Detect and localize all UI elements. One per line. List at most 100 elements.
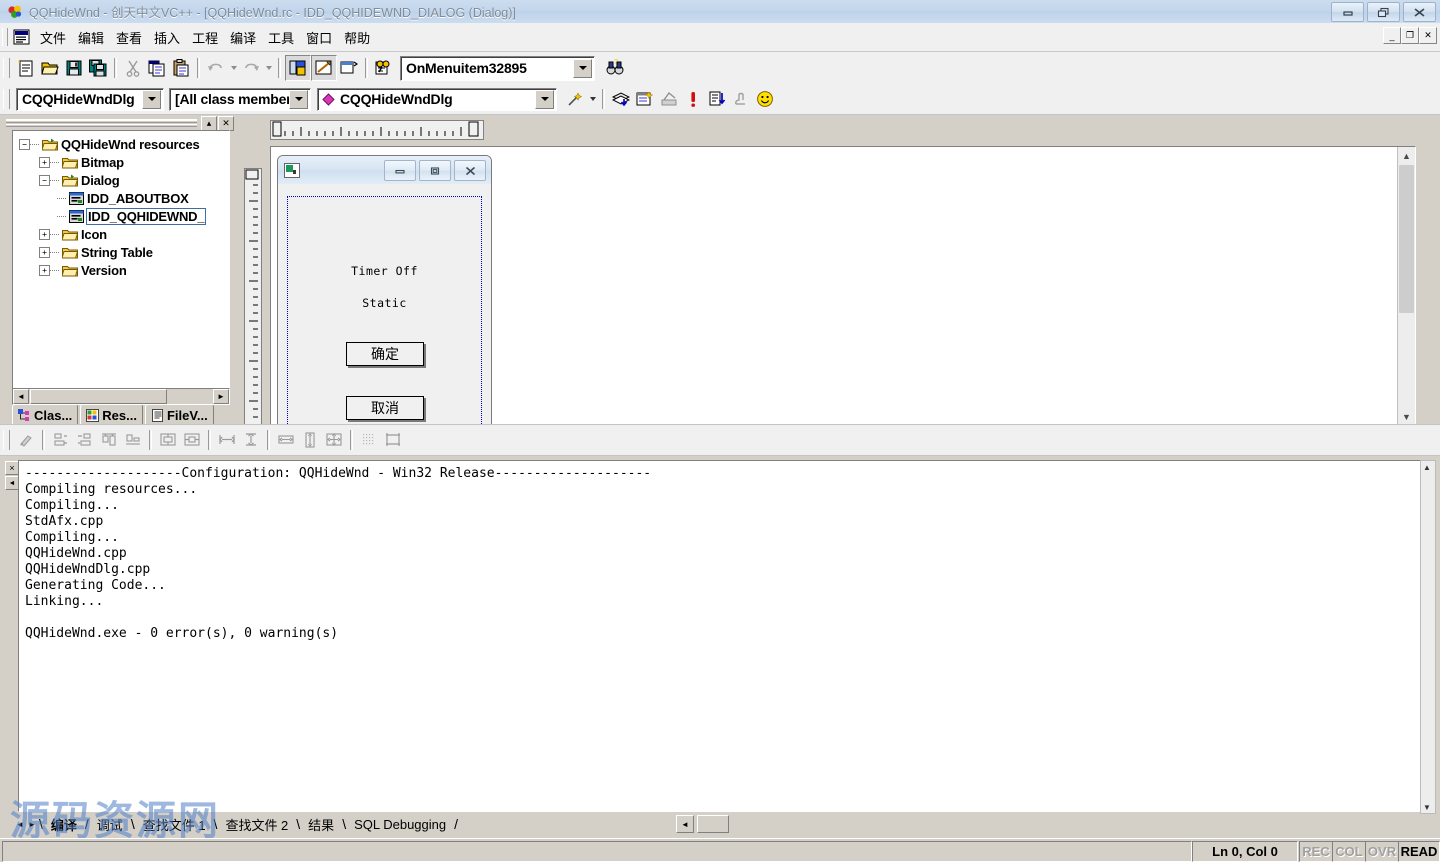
dialog-preview-window[interactable]: Timer Off Static 确定 取消	[277, 155, 492, 426]
output-close-button[interactable]: ×	[5, 461, 19, 475]
expander-icon[interactable]: −	[39, 174, 50, 186]
output-vertical-scrollbar[interactable]: ▲ ▼	[1420, 460, 1436, 814]
static-placeholder[interactable]: Static	[278, 296, 491, 310]
expander-icon[interactable]: +	[39, 264, 50, 276]
output-tab-build[interactable]: 编译	[44, 815, 84, 833]
paste-icon[interactable]	[169, 56, 193, 80]
scroll-thumb[interactable]	[30, 389, 167, 404]
scroll-down-button[interactable]: ▼	[1421, 801, 1433, 813]
menu-item-project[interactable]: 工程	[186, 25, 224, 50]
menu-item-build[interactable]: 编译	[224, 25, 262, 50]
dialog-design-canvas[interactable]: Timer Off Static 确定 取消 ▲ ▼	[270, 146, 1416, 426]
menu-item-tools[interactable]: 工具	[262, 25, 300, 50]
mdi-restore-button[interactable]: ❐	[1401, 27, 1419, 44]
scroll-down-button[interactable]: ▼	[1398, 408, 1415, 425]
scroll-up-button[interactable]: ▲	[1398, 147, 1415, 164]
output-window-icon[interactable]	[311, 55, 337, 81]
tab-class-view[interactable]: Clas...	[12, 404, 79, 426]
cancel-button[interactable]: 取消	[346, 396, 424, 420]
find-in-files-icon[interactable]	[372, 56, 396, 80]
caption-grip[interactable]	[6, 118, 197, 128]
wizardbar-grip[interactable]	[3, 89, 10, 109]
minimize-icon[interactable]	[384, 160, 416, 181]
static-timer-off[interactable]: Timer Off	[278, 264, 491, 278]
save-icon[interactable]	[62, 56, 86, 80]
menu-item-window[interactable]: 窗口	[300, 25, 338, 50]
expander-icon[interactable]: +	[39, 246, 50, 258]
smiley-icon[interactable]	[753, 87, 777, 111]
output-tab-debug[interactable]: 调试	[90, 815, 130, 833]
tab-resource-view[interactable]: Res...	[80, 404, 143, 426]
tree-item-bitmap[interactable]: + Bitmap	[19, 153, 229, 171]
ok-button[interactable]: 确定	[346, 342, 424, 366]
tabscroll-thumb[interactable]	[697, 815, 729, 833]
new-file-icon[interactable]	[14, 56, 38, 80]
window-list-icon[interactable]	[337, 56, 361, 80]
scroll-thumb[interactable]	[1399, 165, 1414, 313]
tree-item-icon[interactable]: + Icon	[19, 225, 229, 243]
menu-item-file[interactable]: 文件	[34, 25, 72, 50]
toolbar-grip[interactable]	[3, 58, 10, 78]
maximize-icon[interactable]	[419, 160, 451, 181]
editor-vertical-scrollbar[interactable]: ▲ ▼	[1397, 147, 1415, 425]
resource-tree[interactable]: − QQHideWnd resources + Bitmap − Dialog …	[12, 130, 230, 390]
save-all-icon[interactable]	[86, 56, 110, 80]
menu-item-edit[interactable]: 编辑	[72, 25, 110, 50]
window-restore-button[interactable]	[1367, 2, 1400, 22]
tab-scroll-right-icon[interactable]: ►	[26, 816, 38, 832]
go-debug-icon[interactable]	[705, 87, 729, 111]
wizardbar-class-combo[interactable]: CQQHideWndDlg	[16, 87, 164, 111]
tab-scroll-left-icon[interactable]: ◄	[14, 816, 26, 832]
build-icon[interactable]	[633, 87, 657, 111]
mdi-minimize-button[interactable]: _	[1383, 27, 1401, 44]
expander-icon[interactable]: +	[39, 156, 50, 168]
member-combo-arrow-icon[interactable]	[535, 89, 554, 109]
tree-horizontal-scrollbar[interactable]: ◄ ►	[12, 388, 230, 405]
wizard-wand-icon[interactable]	[563, 87, 587, 111]
tree-item-idd-qqhidewnd[interactable]: IDD_QQHIDEWND_	[19, 207, 229, 225]
output-tab-find-in-files-1[interactable]: 查找文件 1	[136, 815, 213, 833]
compile-icon[interactable]	[609, 87, 633, 111]
workspace-close-button[interactable]: ✕	[218, 115, 234, 131]
output-tab-results[interactable]: 结果	[301, 815, 341, 833]
menu-item-help[interactable]: 帮助	[338, 25, 376, 50]
output-tab-sql-debugging[interactable]: SQL Debugging	[347, 815, 453, 833]
wizardbar-filter-combo[interactable]: [All class members]	[169, 87, 311, 111]
mdi-close-button[interactable]: ✕	[1419, 27, 1437, 44]
open-file-icon[interactable]	[38, 56, 62, 80]
search-binoculars-icon[interactable]: ?	[603, 56, 627, 80]
menu-item-view[interactable]: 查看	[110, 25, 148, 50]
menu-item-insert[interactable]: 插入	[148, 25, 186, 50]
tabscroll-left-button[interactable]: ◄	[676, 815, 694, 833]
wizardbar-member-combo[interactable]: CQQHideWndDlg	[317, 87, 557, 111]
scroll-right-button[interactable]: ►	[213, 389, 229, 404]
output-tab-scrollbar[interactable]: ◄	[676, 815, 736, 833]
workspace-maximize-button[interactable]: ▴	[201, 115, 217, 131]
find-combo[interactable]: OnMenuitem32895	[400, 55, 595, 81]
find-combo-arrow-icon[interactable]	[573, 58, 592, 78]
tree-item-string-table[interactable]: + String Table	[19, 243, 229, 261]
filter-combo-arrow-icon[interactable]	[289, 89, 308, 109]
copy-icon[interactable]	[145, 56, 169, 80]
expander-icon[interactable]: +	[39, 228, 50, 240]
expander-icon[interactable]: −	[19, 138, 30, 150]
tree-item-dialog[interactable]: − Dialog	[19, 171, 229, 189]
tab-file-view[interactable]: FileV...	[144, 404, 214, 426]
tree-item-qqhidewnd-resources[interactable]: − QQHideWnd resources	[19, 135, 229, 153]
output-scroll-up-button[interactable]: ◄	[5, 476, 19, 490]
tree-item-idd-aboutbox[interactable]: IDD_ABOUTBOX	[19, 189, 229, 207]
window-close-button[interactable]	[1403, 2, 1436, 22]
class-combo-arrow-icon[interactable]	[142, 89, 161, 109]
close-icon[interactable]	[454, 160, 486, 181]
dialog-toolbar-grip[interactable]	[3, 430, 10, 450]
output-tab-find-in-files-2[interactable]: 查找文件 2	[218, 815, 295, 833]
scroll-up-button[interactable]: ▲	[1421, 461, 1433, 473]
window-minimize-button[interactable]	[1331, 2, 1364, 22]
menubar-grip[interactable]	[2, 28, 8, 46]
scroll-left-button[interactable]: ◄	[13, 389, 29, 404]
build-output-pane[interactable]: --------------------Configuration: QQHid…	[18, 460, 1424, 812]
tree-item-version[interactable]: + Version	[19, 261, 229, 279]
wizard-dropdown-icon[interactable]	[587, 88, 598, 110]
execute-icon[interactable]	[681, 87, 705, 111]
workspace-icon[interactable]	[285, 55, 311, 81]
